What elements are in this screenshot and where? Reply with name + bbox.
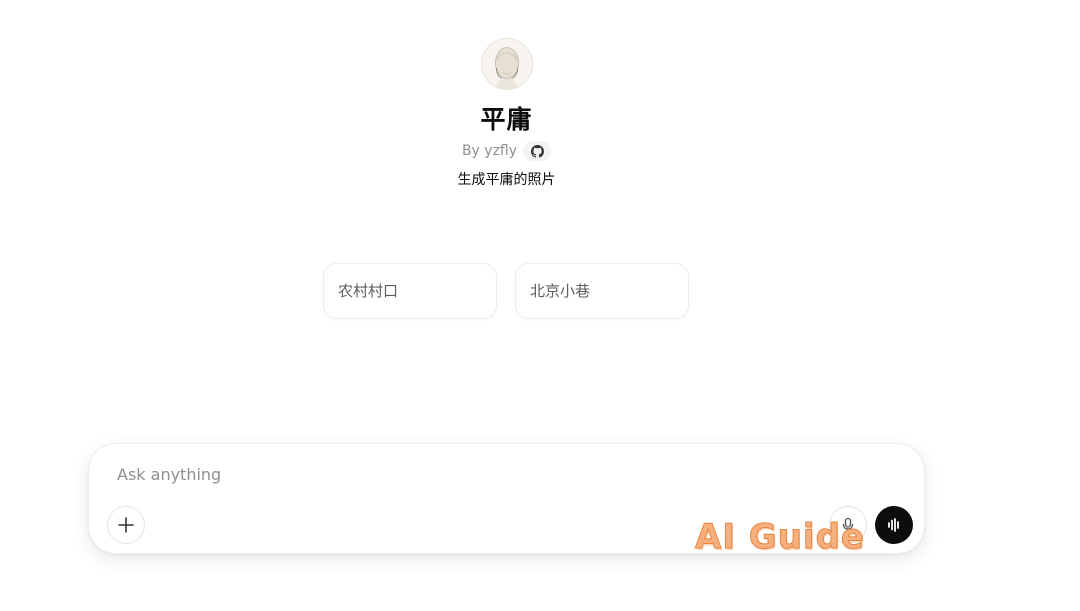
gpt-header: 平庸 By yzfly 生成平庸的照片 (0, 38, 1013, 190)
author-name: By yzfly (461, 143, 518, 159)
gpt-title: 平庸 (480, 105, 533, 134)
voice-mode-icon (888, 518, 899, 532)
gpt-avatar (480, 38, 533, 90)
github-link-button[interactable] (523, 141, 552, 161)
starter-card[interactable]: 农村村口 (323, 263, 497, 319)
attach-button[interactable] (107, 506, 145, 544)
mannequin-face-icon (481, 39, 532, 89)
watermark-logo: AI Guide (695, 517, 865, 558)
github-icon (530, 144, 544, 158)
conversation-starters: 农村村口 北京小巷 (323, 263, 689, 319)
starter-card[interactable]: 北京小巷 (515, 263, 689, 319)
voice-mode-button[interactable] (875, 506, 913, 544)
gpt-description: 生成平庸的照片 (457, 172, 556, 188)
plus-icon (118, 517, 134, 533)
prompt-input[interactable] (117, 462, 817, 486)
gpt-landing-page: 平庸 By yzfly 生成平庸的照片 农村村口 北京小巷 Ask anythi… (0, 0, 1080, 611)
author-row: By yzfly (461, 141, 552, 161)
